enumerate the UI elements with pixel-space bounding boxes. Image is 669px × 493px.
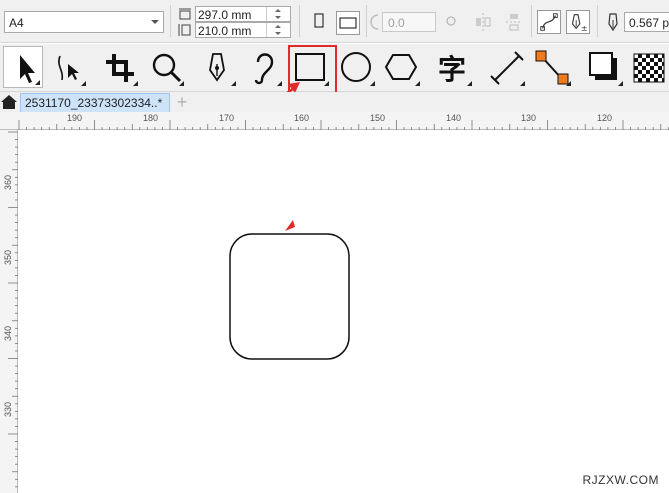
outline-width-field[interactable]: 0.567 pt xyxy=(624,12,669,32)
ruler-label: 130 xyxy=(521,113,537,123)
ruler-label: 360 xyxy=(3,174,13,190)
height-spinner[interactable] xyxy=(266,23,290,37)
document-tab-bar: 2531170_23373302334..* + xyxy=(0,92,669,112)
ruler-label: 170 xyxy=(219,113,235,123)
width-field[interactable]: 297.0 mm xyxy=(195,6,291,22)
width-icon xyxy=(179,8,191,20)
connector-tool[interactable] xyxy=(533,46,573,88)
height-field[interactable]: 210.0 mm xyxy=(195,22,291,38)
rotate-icon xyxy=(370,14,379,30)
dimension-tool[interactable] xyxy=(487,46,527,88)
vertical-ruler[interactable]: 360 350 340 330 xyxy=(0,130,18,493)
zoom-tool[interactable] xyxy=(146,46,186,88)
rounded-rectangle-shape[interactable] xyxy=(229,233,350,360)
svg-text:字: 字 xyxy=(438,53,466,86)
drawing-canvas[interactable]: RJZXW.COM xyxy=(19,131,669,493)
outline-pen-icon xyxy=(608,13,618,32)
paper-size-select[interactable]: A4 xyxy=(4,11,164,33)
angle-field[interactable]: 0.0 xyxy=(382,12,436,32)
add-tab-button[interactable]: + xyxy=(172,93,192,112)
pen-plus-icon[interactable]: ± xyxy=(566,10,590,34)
horizontal-ruler[interactable]: 190 180 170 160 150 140 130 120 xyxy=(0,112,669,130)
paper-size-value: A4 xyxy=(9,16,24,30)
document-tab-label: 2531170_23373302334..* xyxy=(25,96,163,110)
ruler-label: 190 xyxy=(67,113,83,123)
ruler-label: 340 xyxy=(3,325,13,341)
ruler-label: 120 xyxy=(597,113,613,123)
pick-tool[interactable] xyxy=(3,46,43,88)
polygon-tool[interactable] xyxy=(382,46,422,88)
ruler-label: 140 xyxy=(446,113,462,123)
mirror-horizontal-icon[interactable] xyxy=(474,12,492,32)
ruler-label: 160 xyxy=(294,113,310,123)
mirror-vertical-icon[interactable] xyxy=(505,12,523,32)
shape-tool[interactable] xyxy=(48,46,88,88)
ruler-ticks xyxy=(18,120,669,130)
crop-tool[interactable] xyxy=(100,46,140,88)
degree-icon xyxy=(446,16,456,26)
ruler-label: 350 xyxy=(3,249,13,265)
ruler-label: 330 xyxy=(3,401,13,417)
chevron-down-icon xyxy=(151,20,159,24)
width-value: 297.0 mm xyxy=(198,8,252,22)
landscape-icon[interactable] xyxy=(336,11,360,35)
transparency-tool[interactable] xyxy=(630,46,669,88)
document-tab[interactable]: 2531170_23373302334..* xyxy=(20,93,170,112)
watermark: RJZXW.COM xyxy=(582,473,659,487)
text-tool[interactable]: 字 xyxy=(434,46,474,88)
home-icon[interactable] xyxy=(0,92,18,112)
canvas-drawing xyxy=(229,220,350,360)
outline-width-value: 0.567 pt xyxy=(629,16,669,30)
drop-shadow-tool[interactable] xyxy=(585,46,625,88)
portrait-icon[interactable] xyxy=(312,11,326,31)
ruler-label: 180 xyxy=(143,113,159,123)
width-spinner[interactable] xyxy=(266,7,290,21)
ruler-label: 150 xyxy=(370,113,386,123)
checkerboard-icon xyxy=(633,53,665,83)
property-bar: A4 297.0 mm 210.0 mm 0.0 ± 0.567 pt xyxy=(0,0,669,43)
height-value: 210.0 mm xyxy=(198,24,252,38)
pen-tool[interactable] xyxy=(198,46,238,88)
node-edit-icon[interactable] xyxy=(537,10,561,34)
height-icon xyxy=(178,24,191,36)
ellipse-tool[interactable] xyxy=(337,46,377,88)
corner-pointer-icon xyxy=(285,220,295,231)
angle-value: 0.0 xyxy=(388,16,405,30)
svg-text:±: ± xyxy=(581,23,588,33)
